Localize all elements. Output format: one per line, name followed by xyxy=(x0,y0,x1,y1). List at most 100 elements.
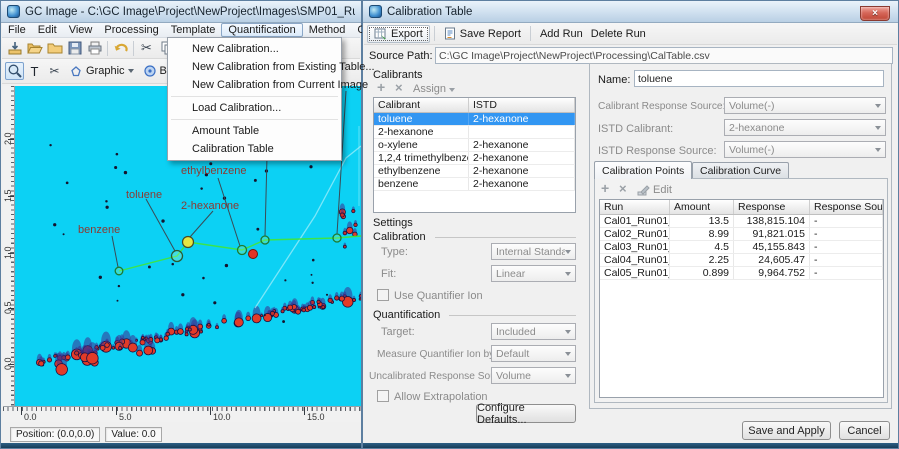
save-icon[interactable] xyxy=(65,39,84,57)
app-icon xyxy=(7,5,20,18)
edit-pencil-icon[interactable] xyxy=(637,183,650,196)
menu-bar: File Edit View Processing Template Quant… xyxy=(2,23,360,38)
ethylbenzene-peak-marker[interactable] xyxy=(238,246,247,255)
menu-file[interactable]: File xyxy=(2,23,32,37)
table-row[interactable]: Cal05_Run01_Im... 0.899 9,964.752 - xyxy=(600,267,883,280)
o-xylene-peak-marker[interactable] xyxy=(261,236,269,244)
window-title: GC Image - C:\GC Image\Project\NewProjec… xyxy=(25,6,355,18)
calibrant-detail-panel: Name: Calibrant Response Source: Volume(… xyxy=(589,63,892,409)
delete-point-icon[interactable]: × xyxy=(619,183,627,195)
calibrants-table[interactable]: Calibrant ISTD toluene2-hexanone 2-hexan… xyxy=(373,97,576,213)
allow-extrapolation-checkbox[interactable] xyxy=(377,390,389,402)
allow-extrapolation-label: Allow Extrapolation xyxy=(394,391,488,403)
type-select[interactable]: Internal Standard xyxy=(491,243,576,260)
uncalibrated-response-select[interactable]: Volume xyxy=(491,367,576,384)
zoom-tool-icon[interactable] xyxy=(5,62,24,80)
istd-calibrant-select[interactable]: 2-hexanone xyxy=(724,119,886,136)
benzene-peak-marker[interactable] xyxy=(115,267,123,275)
peak-label-2-hexanone: 2-hexanone xyxy=(181,200,239,212)
main-title-bar[interactable]: GC Image - C:\GC Image\Project\NewProjec… xyxy=(1,1,361,23)
calibration-points-panel: + × Edit Run Amount Response Response So… xyxy=(594,178,888,403)
graphic-shape-icon xyxy=(69,64,83,78)
add-point-icon[interactable]: + xyxy=(601,182,609,194)
table-row[interactable]: Cal04_Run01_Im... 2.25 24,605.47 - xyxy=(600,254,883,267)
menu-item-calibration-table[interactable]: Calibration Table xyxy=(168,140,341,158)
chevron-down-icon xyxy=(449,88,455,92)
istd-response-source-select[interactable]: Volume(-) xyxy=(724,141,886,158)
source-path-field[interactable] xyxy=(435,47,893,64)
close-icon: × xyxy=(872,8,878,19)
text-tool-icon[interactable]: T xyxy=(25,62,44,80)
graphic-tool-dropdown[interactable]: Graphic xyxy=(65,63,138,79)
menu-item-new-calibration-existing[interactable]: New Calibration from Existing Table... xyxy=(168,58,341,76)
settings-label: Settings xyxy=(373,217,413,229)
import-image-icon[interactable] xyxy=(5,39,24,57)
close-button[interactable]: × xyxy=(860,6,890,21)
calibration-group-label: Calibration xyxy=(373,231,426,243)
cut-icon[interactable]: ✂ xyxy=(137,39,156,57)
open-folder-icon[interactable] xyxy=(25,39,44,57)
calibrant-response-source-label: Calibrant Response Source: xyxy=(598,101,725,112)
istd-calibrant-label: ISTD Calibrant: xyxy=(598,123,673,135)
2-hexanone-peak-marker[interactable] xyxy=(183,237,194,248)
calibrants-table-header: Calibrant ISTD xyxy=(374,98,575,113)
menu-quantification[interactable]: Quantification xyxy=(221,23,302,37)
delete-run-button[interactable]: Delete Run xyxy=(590,26,651,42)
menu-template[interactable]: Template xyxy=(165,23,222,37)
tab-calibration-points[interactable]: Calibration Points xyxy=(594,161,692,179)
x-tick-label: 15.0 xyxy=(307,412,325,422)
menu-item-new-calibration-current[interactable]: New Calibration from Current Image xyxy=(168,76,341,94)
x-tick-label: 5.0 xyxy=(119,412,132,422)
table-row[interactable]: 2-hexanone xyxy=(374,126,575,139)
dialog-toolbar: Export Save Report Add Run Delete Run xyxy=(364,23,897,45)
export-button[interactable]: Export xyxy=(367,25,430,43)
toluene-peak-marker[interactable] xyxy=(172,251,183,262)
close-folder-icon[interactable] xyxy=(45,39,64,57)
name-label: Name: xyxy=(598,74,630,86)
table-row[interactable]: Cal03_Run01_Im... 4.5 45,155.843 - xyxy=(600,241,883,254)
polygon-cut-tool-icon[interactable]: ✂ xyxy=(45,62,64,80)
assign-dropdown[interactable]: Assign xyxy=(413,83,446,95)
dialog-title: Calibration Table xyxy=(387,6,472,18)
table-row[interactable]: 1,2,4 trimethylbenzene2-hexanone xyxy=(374,152,575,165)
calibration-points-table[interactable]: Run Amount Response Response Source Cal0… xyxy=(599,199,884,398)
save-and-apply-button[interactable]: Save and Apply xyxy=(742,421,831,440)
menu-view[interactable]: View xyxy=(63,23,99,37)
delete-calibrant-icon[interactable]: × xyxy=(395,82,403,94)
configure-defaults-button[interactable]: Configure Defaults... xyxy=(476,404,576,423)
use-quantifier-ion-checkbox[interactable] xyxy=(377,289,389,301)
table-row[interactable]: Cal01_Run01_Im... 13.5 138,815.104 - xyxy=(600,215,883,228)
target-select[interactable]: Included xyxy=(491,323,576,340)
cancel-button[interactable]: Cancel xyxy=(839,421,890,440)
trimethylbenzene-peak-marker[interactable] xyxy=(333,234,341,242)
menu-item-load-calibration[interactable]: Load Calibration... xyxy=(168,99,341,117)
report-icon xyxy=(444,27,456,40)
table-row[interactable]: benzene2-hexanone xyxy=(374,178,575,191)
fit-select[interactable]: Linear xyxy=(491,265,576,282)
tab-calibration-curve[interactable]: Calibration Curve xyxy=(692,162,789,179)
points-table-header: Run Amount Response Response Source xyxy=(600,200,883,215)
dialog-title-bar[interactable]: Calibration Table xyxy=(363,1,898,23)
print-icon[interactable] xyxy=(85,39,104,57)
table-row[interactable]: o-xylene2-hexanone xyxy=(374,139,575,152)
undo-icon[interactable] xyxy=(111,39,130,57)
menu-method[interactable]: Method xyxy=(303,23,352,37)
calibrant-response-source-select[interactable]: Volume(-) xyxy=(724,97,886,114)
menu-edit[interactable]: Edit xyxy=(32,23,63,37)
table-row[interactable]: Cal02_Run01_Im... 8.99 91,821.015 - xyxy=(600,228,883,241)
save-report-button[interactable]: Save Report xyxy=(439,25,526,42)
table-row[interactable]: ethylbenzene2-hexanone xyxy=(374,165,575,178)
menu-item-amount-table[interactable]: Amount Table xyxy=(168,122,341,140)
measure-quantifier-select[interactable]: Default xyxy=(491,345,576,362)
add-run-button[interactable]: Add Run xyxy=(535,26,588,42)
group-divider xyxy=(449,315,576,316)
table-row[interactable]: toluene2-hexanone xyxy=(374,113,575,126)
y-axis-ruler: 2.0 1.5 1.0 0.5 0.0 xyxy=(3,86,15,406)
add-calibrant-icon[interactable]: + xyxy=(377,81,385,93)
menu-processing[interactable]: Processing xyxy=(98,23,164,37)
menu-item-new-calibration[interactable]: New Calibration... xyxy=(168,40,341,58)
chevron-down-icon xyxy=(565,352,571,356)
istd-response-source-label: ISTD Response Source: xyxy=(598,145,717,157)
status-bar: Position: (0.0,0.0) Value: 0.0 xyxy=(2,423,360,445)
name-field[interactable] xyxy=(634,70,884,87)
